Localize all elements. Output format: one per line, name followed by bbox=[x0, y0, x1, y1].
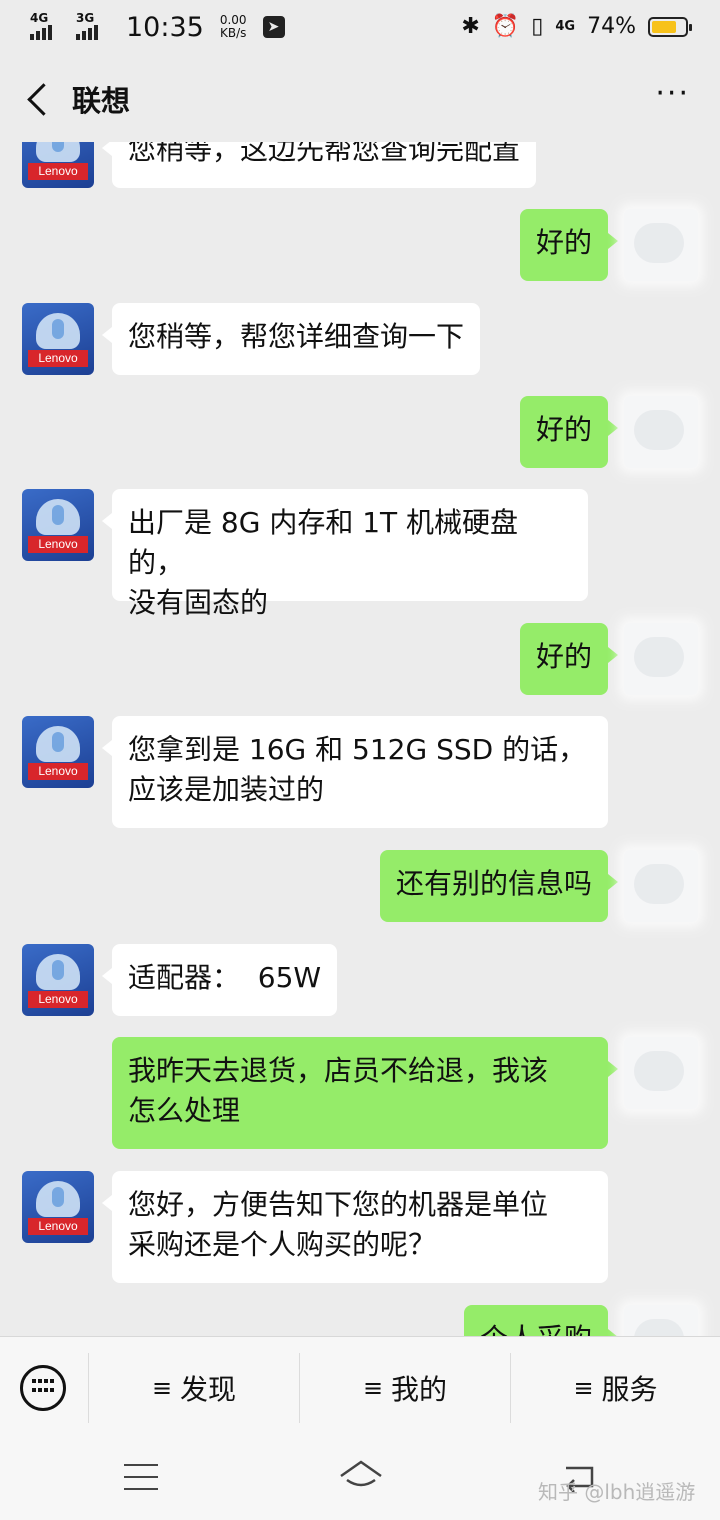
lenovo-avatar[interactable]: Lenovo bbox=[22, 944, 94, 1016]
user-avatar[interactable] bbox=[624, 396, 698, 468]
message-bubble-sent[interactable]: 好的 bbox=[519, 623, 619, 695]
message-bubble-sent[interactable]: 我昨天去退货，店员不给退，我该 怎么处理 bbox=[112, 1037, 618, 1149]
menu-item-mine[interactable]: ≡ 我的 bbox=[300, 1337, 510, 1439]
menu-item-service[interactable]: ≡ 服务 bbox=[511, 1337, 720, 1439]
menu-item-label: 发现 bbox=[180, 1373, 237, 1406]
menu-list-icon: ≡ bbox=[362, 1374, 384, 1402]
menu-list-icon: ≡ bbox=[151, 1374, 173, 1402]
lenovo-avatar[interactable]: Lenovo bbox=[22, 1171, 94, 1243]
chat-header: 联想 ··· bbox=[0, 58, 720, 142]
status-bar: 4G 3G 10:35 0.00 KB/s ➤ ✱ ⏰ ▯ 4G 74% bbox=[0, 0, 720, 58]
menu-item-label: 服务 bbox=[601, 1373, 658, 1406]
net-speed: 0.00 KB/s bbox=[220, 14, 247, 40]
lenovo-avatar[interactable]: Lenovo bbox=[22, 716, 94, 788]
bottom-menu: ≡ 发现 ≡ 我的 ≡ 服务 bbox=[0, 1336, 720, 1439]
recent-apps-icon[interactable] bbox=[124, 1464, 158, 1492]
message-bubble-received[interactable]: 您拿到是 16G 和 512G SSD 的话， 应该是加装过的 bbox=[102, 716, 608, 828]
sim2-signal-icon: 3G bbox=[76, 10, 112, 44]
menu-list-icon: ≡ bbox=[573, 1374, 594, 1402]
message-bubble-received[interactable]: 您好，方便告知下您的机器是单位 采购还是个人购买的呢？ bbox=[102, 1171, 608, 1283]
bluetooth-icon: ✱ bbox=[461, 14, 480, 39]
back-arrow-icon[interactable] bbox=[22, 80, 52, 120]
alarm-icon: ⏰ bbox=[491, 14, 520, 39]
user-avatar[interactable] bbox=[624, 1305, 698, 1336]
chat-title: 联想 bbox=[72, 84, 131, 118]
lenovo-avatar[interactable]: Lenovo bbox=[22, 303, 94, 375]
home-icon[interactable] bbox=[338, 1458, 384, 1498]
sim2-label: 3G bbox=[76, 11, 95, 25]
message-bubble-received[interactable]: 出厂是 8G 内存和 1T 机械硬盘的， 没有固态的 bbox=[102, 489, 588, 619]
keyboard-toggle-icon[interactable] bbox=[20, 1365, 66, 1411]
status-left: 4G 3G 10:35 0.00 KB/s ➤ bbox=[30, 10, 285, 44]
message-bubble-received[interactable]: 您稍等，这边先帮您查询完配置 bbox=[101, 142, 537, 188]
more-options-icon[interactable]: ··· bbox=[655, 79, 690, 109]
battery-icon bbox=[648, 16, 692, 37]
send-notification-icon: ➤ bbox=[262, 16, 285, 38]
lenovo-avatar[interactable]: Lenovo bbox=[22, 142, 94, 188]
battery-percent: 74% bbox=[587, 14, 636, 39]
menu-item-discover[interactable]: ≡ 发现 bbox=[89, 1337, 299, 1439]
user-avatar[interactable] bbox=[624, 623, 698, 695]
message-bubble-sent[interactable]: 个人采购 bbox=[463, 1305, 619, 1336]
message-bubble-sent[interactable]: 好的 bbox=[519, 396, 619, 468]
message-bubble-sent[interactable]: 好的 bbox=[519, 209, 619, 281]
sim1-label: 4G bbox=[30, 11, 49, 25]
menu-item-label: 我的 bbox=[391, 1373, 448, 1406]
chat-area[interactable]: Lenovo 您稍等，这边先帮您查询完配置 好的 Lenovo 您稍等，帮您详细… bbox=[0, 142, 720, 1336]
status-right: ✱ ⏰ ▯ 4G 74% bbox=[461, 14, 692, 39]
status-time: 10:35 bbox=[126, 11, 204, 43]
user-avatar[interactable] bbox=[624, 850, 698, 922]
message-bubble-received[interactable]: 适配器： 65W bbox=[101, 944, 338, 1016]
network-type: 4G bbox=[555, 19, 576, 34]
message-bubble-received[interactable]: 您稍等，帮您详细查询一下 bbox=[101, 303, 481, 375]
battery-fill bbox=[652, 20, 676, 33]
avatar-brand: Lenovo bbox=[28, 163, 88, 180]
user-avatar[interactable] bbox=[624, 209, 698, 281]
user-avatar[interactable] bbox=[624, 1037, 698, 1109]
message-bubble-sent[interactable]: 还有别的信息吗 bbox=[379, 850, 619, 922]
vibrate-icon: ▯ bbox=[531, 14, 544, 39]
net-speed-unit: KB/s bbox=[219, 26, 247, 40]
watermark-text: 知乎 @lbh逍遥游 bbox=[538, 1480, 696, 1504]
lenovo-avatar[interactable]: Lenovo bbox=[22, 489, 94, 561]
sim1-signal-icon: 4G bbox=[30, 10, 66, 44]
